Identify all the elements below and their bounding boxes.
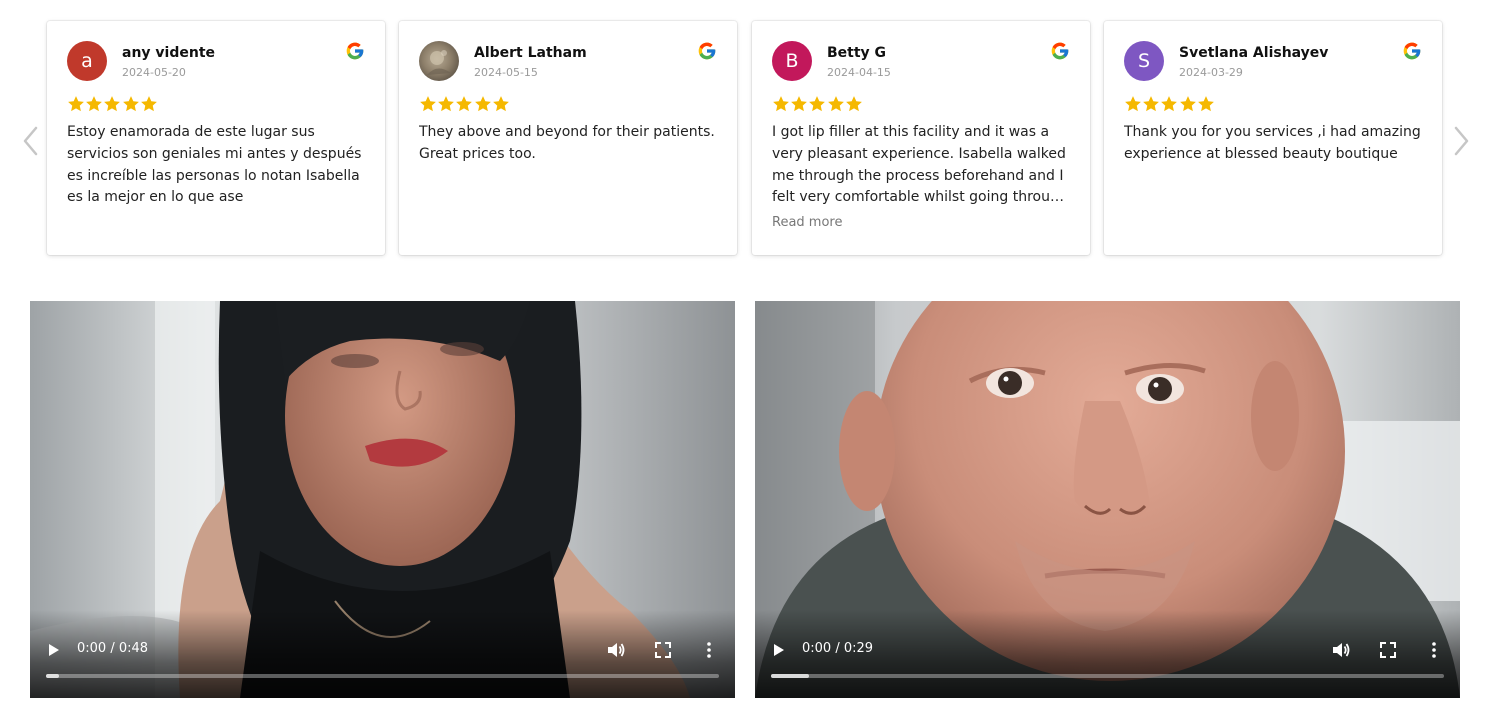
avatar [419,41,459,81]
star-icon [827,96,844,112]
star-icon [1179,96,1196,112]
google-g-icon [698,42,716,60]
star-icon [86,96,103,112]
reviews-carousel: a any vidente 2024-05-20 Estoy enamorada… [0,0,1495,270]
play-icon[interactable] [769,641,787,659]
star-icon [773,96,789,112]
avatar: a [67,41,107,81]
google-g-icon [1051,42,1069,60]
star-icon [456,96,473,112]
review-card: B Betty G 2024-04-15 I got lip filler at… [752,21,1090,255]
star-icon [122,96,139,112]
star-icon [791,96,808,112]
video-player[interactable]: 0:00 / 0:48 [30,301,735,698]
google-g-icon [346,42,364,60]
review-date: 2024-05-15 [474,66,538,79]
star-icon [474,96,491,112]
fullscreen-icon[interactable] [653,640,673,660]
star-icon [1197,96,1214,112]
progress-bar[interactable] [771,674,1444,678]
video-time: 0:00 / 0:48 [77,641,149,656]
star-icon [809,96,826,112]
review-text: Estoy enamorada de este lugar sus servic… [67,124,362,206]
review-text: Thank you for you services ,i had amazin… [1124,124,1421,162]
star-icon [492,96,509,112]
star-icon [845,96,862,112]
read-more-link[interactable]: Read more [772,215,842,230]
reviewer-name: Betty G [827,45,887,61]
review-card: S Svetlana Alishayev 2024-03-29 Thank yo… [1104,21,1442,255]
chevron-right-icon[interactable] [1450,124,1472,158]
volume-icon[interactable] [1331,640,1351,660]
avatar: B [772,41,812,81]
play-icon[interactable] [44,641,62,659]
more-vertical-icon[interactable] [1424,640,1444,660]
star-icon [104,96,121,112]
rating-stars [772,95,863,115]
rating-stars [1124,95,1215,115]
progress-buffered [771,674,810,678]
google-g-icon [1403,42,1421,60]
review-card: Albert Latham 2024-05-15 They above and … [399,21,737,255]
volume-icon[interactable] [606,640,626,660]
review-date: 2024-04-15 [827,66,891,79]
star-icon [1161,96,1178,112]
video-time: 0:00 / 0:29 [802,641,874,656]
review-text: I got lip filler at this facility and it… [772,124,1068,206]
star-icon [420,96,436,112]
progress-buffered [46,674,60,678]
review-card: a any vidente 2024-05-20 Estoy enamorada… [47,21,385,255]
star-icon [68,96,84,112]
review-text: They above and beyond for their patients… [419,124,715,162]
star-icon [1125,96,1141,112]
review-date: 2024-05-20 [122,66,186,79]
progress-bar[interactable] [46,674,719,678]
fullscreen-icon[interactable] [1378,640,1398,660]
star-icon [1143,96,1160,112]
reviewer-name: Svetlana Alishayev [1179,45,1329,61]
review-date: 2024-03-29 [1179,66,1243,79]
avatar: S [1124,41,1164,81]
reviewer-name: Albert Latham [474,45,587,61]
reviewer-name: any vidente [122,45,216,61]
star-icon [438,96,455,112]
rating-stars [67,95,158,115]
star-icon [140,96,157,112]
more-vertical-icon[interactable] [699,640,719,660]
chevron-left-icon[interactable] [20,124,42,158]
video-player[interactable]: 0:00 / 0:29 [755,301,1460,698]
rating-stars [419,95,510,115]
